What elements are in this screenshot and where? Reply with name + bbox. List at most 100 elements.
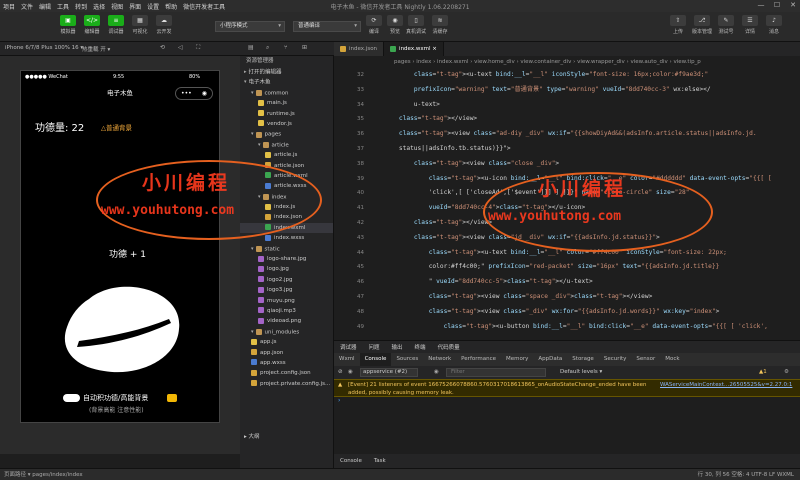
wooden-fish-icon[interactable] [59, 279, 189, 379]
compile-select[interactable]: 普通编译 [293, 21, 361, 32]
devtools-tab[interactable]: Wxml [334, 353, 360, 366]
menu-item[interactable]: 编辑 [36, 2, 54, 11]
tree-item[interactable]: main.js [240, 98, 333, 108]
minimize-icon[interactable]: — [756, 1, 766, 9]
warning-source-link[interactable]: WAServiceMainContext…26505525&v=2.27.0:1 [660, 381, 792, 389]
project-root[interactable]: ▾ 电子木鱼 [240, 77, 333, 87]
mode-select[interactable]: 小程序模式 [215, 21, 285, 32]
version-button[interactable]: ⎇ 版本管理 [692, 15, 712, 39]
code-line[interactable]: class="t-tag"><view class="ad-diy _div" … [384, 127, 800, 142]
close-icon[interactable]: ✕ [788, 1, 798, 9]
panel-tab[interactable]: 输出 [386, 343, 409, 351]
tree-item[interactable]: project.config.json [240, 368, 333, 378]
auto-merit-toggle[interactable] [63, 394, 80, 402]
fullscreen-icon[interactable]: ⛶ [196, 44, 200, 52]
tree-item[interactable]: logo-share.jpg [240, 254, 333, 264]
code-line[interactable]: class="t-tag"><u-text bind:__l="__l" ico… [384, 68, 800, 83]
test-account-button[interactable]: ✎ 测试号 [716, 15, 736, 39]
code-line[interactable]: " vueId="8dd740cc-5">class="t-tag"></u-t… [384, 275, 800, 290]
tab-index-json[interactable]: index.json [334, 42, 385, 56]
search-icon[interactable]: ⌕ [266, 44, 269, 52]
clear-console-icon[interactable]: ⊘ [338, 366, 343, 379]
tree-item[interactable]: muyu.png [240, 296, 333, 306]
settings-icon[interactable]: ⚙ [784, 366, 789, 379]
visual-button[interactable]: ▦ 可视化 [130, 15, 150, 39]
tree-item[interactable]: logo3.jpg [240, 285, 333, 295]
breadcrumb[interactable]: pages › index › index.wxml › view.home_d… [334, 56, 800, 68]
menu-item[interactable]: 视图 [108, 2, 126, 11]
menu-item[interactable]: 选择 [90, 2, 108, 11]
code-line[interactable]: class="t-tag"></view> [384, 112, 800, 127]
tree-item[interactable]: ▾ pages [240, 129, 333, 139]
cursor-info[interactable]: 行 30, 列 56 空格: 4 UTF-8 LF WXML [698, 469, 794, 480]
open-editors-section[interactable]: ▸ 打开的编辑器 [240, 67, 333, 77]
mute-icon[interactable]: ◁ [178, 44, 183, 51]
rotate-icon[interactable]: ⟲ [160, 44, 165, 51]
drawer-tab[interactable]: Task [368, 458, 392, 464]
preview-button[interactable]: ◉ 预览 [385, 15, 405, 39]
code-line[interactable]: class="t-tag"><u-button bind:__l="__l" b… [384, 320, 800, 335]
code-line[interactable]: u-text> [384, 98, 800, 113]
drawer-tab[interactable]: Console [334, 458, 368, 464]
devtools-tab[interactable]: Mock [660, 353, 684, 366]
tree-item[interactable]: ▾ common [240, 88, 333, 98]
devtools-tab[interactable]: Memory [501, 353, 533, 366]
menu-capsule[interactable]: ••• ◉ [175, 87, 213, 100]
tree-item[interactable]: ▾ static [240, 244, 333, 254]
editor-button[interactable]: </> 编辑器 [82, 15, 102, 39]
menu-item[interactable]: 帮助 [162, 2, 180, 11]
eye-icon[interactable]: ◉ [434, 366, 439, 379]
more-icon[interactable]: ••• [181, 87, 192, 100]
menu-item[interactable]: 微信开发者工具 [180, 2, 228, 11]
extensions-icon[interactable]: ⊞ [302, 44, 307, 51]
compile-button[interactable]: ⟳ 编译 [364, 15, 384, 39]
devtools-tab[interactable]: AppData [533, 353, 567, 366]
devtools-tab[interactable]: Performance [456, 353, 501, 366]
tree-item[interactable]: ▾ uni_modules [240, 327, 333, 337]
close-icon[interactable]: × [432, 46, 437, 52]
warning-count-icon[interactable]: ▲1 [759, 366, 767, 379]
tree-item[interactable]: qiaoji.mp3 [240, 306, 333, 316]
target-icon[interactable]: ◉ [202, 87, 207, 100]
code-line[interactable]: color:#ff4c00;" prefixIcon="red-packet" … [384, 260, 800, 275]
code-line[interactable]: class="t-tag"><view class="close _div"> [384, 157, 800, 172]
outline-section[interactable]: ▸ 大纲 [244, 432, 260, 440]
panel-tab[interactable]: 终端 [409, 343, 432, 351]
tree-item[interactable]: app.js [240, 337, 333, 347]
panel-tab[interactable]: 问题 [363, 343, 386, 351]
log-levels-select[interactable]: Default levels ▾ [560, 366, 602, 379]
menu-item[interactable]: 工具 [54, 2, 72, 11]
page-path[interactable]: 页面路径 ▾ pages/index/index [4, 469, 83, 480]
tree-item[interactable]: app.wxss [240, 358, 333, 368]
menu-item[interactable]: 项目 [0, 2, 18, 11]
device-select[interactable]: iPhone 6/7/8 Plus 100% 16 ▾ [5, 45, 83, 51]
menu-item[interactable]: 转到 [72, 2, 90, 11]
devtools-tab[interactable]: Console [359, 353, 392, 366]
upload-button[interactable]: ⇧ 上传 [668, 15, 688, 39]
tree-item[interactable]: logo.jpg [240, 264, 333, 274]
messages-button[interactable]: ♪ 消息 [764, 15, 784, 39]
simulator-button[interactable]: ▣ 模拟器 [58, 15, 78, 39]
console-filter-input[interactable]: Filter [446, 368, 546, 377]
menu-item[interactable]: 界面 [126, 2, 144, 11]
devtools-tab[interactable]: Sources [391, 353, 423, 366]
tree-item[interactable]: ▾ article [240, 140, 333, 150]
debugger-button[interactable]: ≡ 调试器 [106, 15, 126, 39]
hotreload-select[interactable]: 热重载 开 ▾ [82, 45, 110, 53]
devtools-tab[interactable]: Sensor [631, 353, 660, 366]
tree-item[interactable]: app.json [240, 348, 333, 358]
maximize-icon[interactable]: ☐ [772, 1, 782, 9]
menu-item[interactable]: 文件 [18, 2, 36, 11]
devtools-tab[interactable]: Security [599, 353, 632, 366]
context-select[interactable]: appservice (#2) [360, 368, 418, 377]
tree-item[interactable]: project.private.config.js... [240, 379, 333, 389]
code-line[interactable]: class="t-tag"><view class="_div" wx:for=… [384, 305, 800, 320]
devtools-tab[interactable]: Network [423, 353, 456, 366]
explorer-icon[interactable]: ▤ [248, 44, 254, 51]
tree-item[interactable]: vendor.js [240, 119, 333, 129]
tree-item[interactable]: videoad.png [240, 316, 333, 326]
tree-item[interactable]: logo2.jpg [240, 275, 333, 285]
code-line[interactable]: class="t-tag"><view class="space _div">c… [384, 290, 800, 305]
remote-debug-button[interactable]: ▯ 真机调试 [406, 15, 426, 39]
code-line[interactable]: prefixIcon="warning" text="普通背景" type="w… [384, 83, 800, 98]
